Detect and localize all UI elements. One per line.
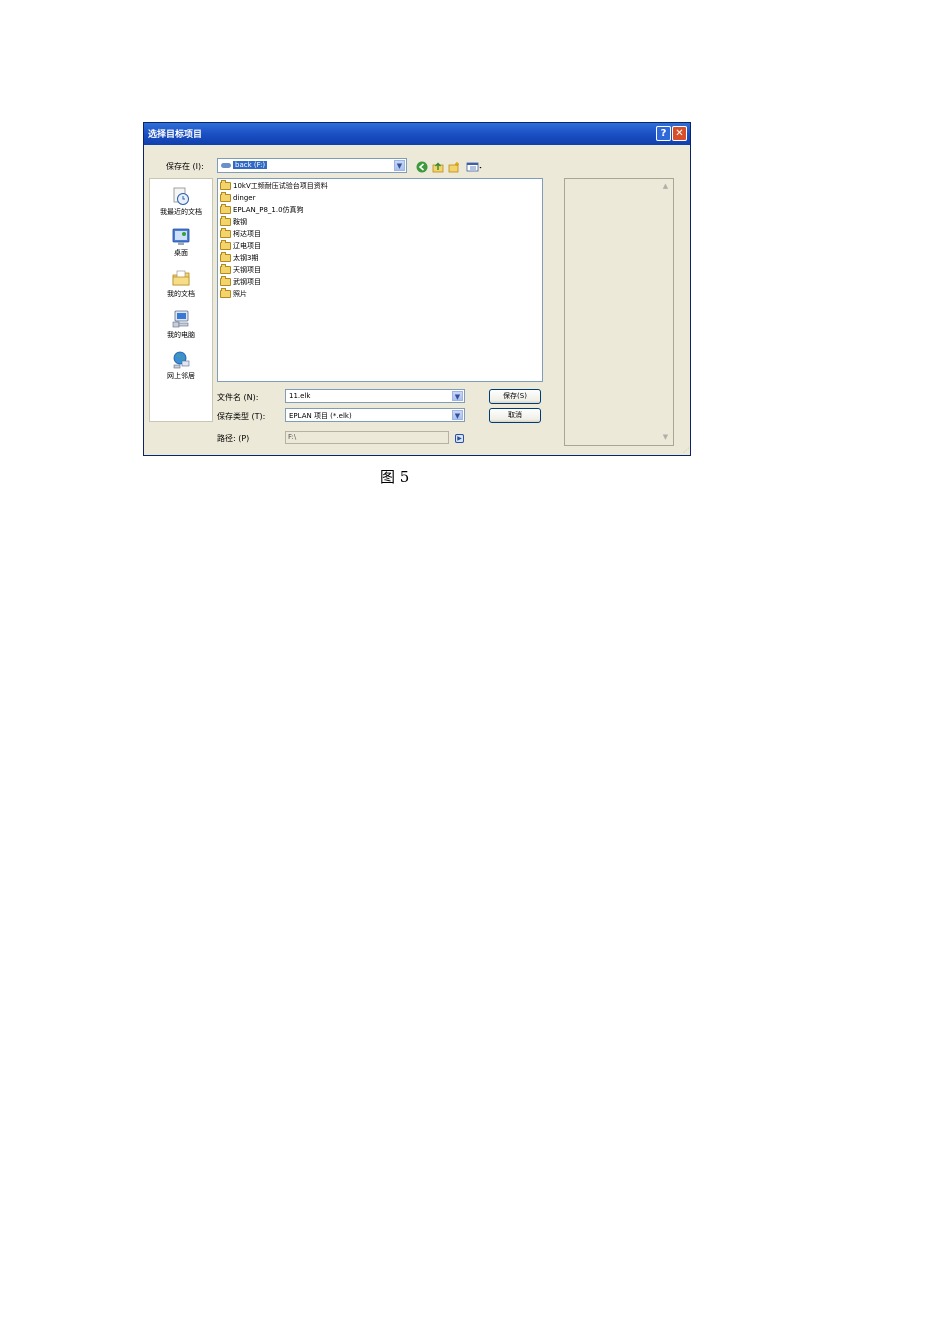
preview-pane: ▲ ▼ <box>564 178 674 446</box>
file-name-value: 11.elk <box>289 392 311 400</box>
list-item[interactable]: 10kV工频耐压试验台项目资料 <box>220 180 328 192</box>
my-documents-icon <box>171 268 191 288</box>
list-item[interactable]: 柯达项目 <box>220 228 261 240</box>
file-list[interactable]: 10kV工频耐压试验台项目资料 dinger EPLAN_P8_1.0仿真狗 鞍… <box>217 178 543 382</box>
folder-icon <box>220 240 231 250</box>
list-item[interactable]: 鞍钢 <box>220 216 247 228</box>
recent-documents-icon <box>171 186 191 206</box>
scroll-up-icon[interactable]: ▲ <box>660 181 671 192</box>
file-type-value: EPLAN 项目 (*.elk) <box>289 412 352 420</box>
place-label-network: 网上邻居 <box>167 372 195 380</box>
chevron-down-icon[interactable]: ▼ <box>452 391 463 401</box>
save-in-value: back (F:) <box>233 161 268 169</box>
place-label-recent: 我最近的文档 <box>160 208 202 216</box>
cancel-button[interactable]: 取消 <box>489 408 541 423</box>
file-type-label: 保存类型 (T): <box>217 412 266 421</box>
path-label: 路径: (P) <box>217 434 250 443</box>
go-arrow-icon[interactable]: ▶ <box>455 434 464 443</box>
folder-icon <box>220 264 231 274</box>
folder-icon <box>220 228 231 238</box>
resize-grip-icon[interactable]: ⋰ <box>683 447 689 454</box>
desktop-icon <box>171 227 191 247</box>
folder-icon <box>220 252 231 262</box>
drive-icon <box>221 162 231 168</box>
path-value: F:\ <box>288 433 297 441</box>
path-field[interactable]: F:\ <box>285 431 449 444</box>
place-label-desktop: 桌面 <box>174 249 188 257</box>
new-folder-icon[interactable] <box>448 161 460 173</box>
scroll-down-icon[interactable]: ▼ <box>660 432 671 443</box>
up-folder-icon[interactable] <box>432 161 444 173</box>
folder-icon <box>220 192 231 202</box>
save-dialog: 选择目标项目 ? ✕ 保存在 (I): back (F:) ▼ 我最近的文档 桌… <box>143 122 691 456</box>
place-my-documents[interactable]: 我的文档 <box>150 268 212 299</box>
save-button[interactable]: 保存(S) <box>489 389 541 404</box>
folder-icon <box>220 276 231 286</box>
list-item[interactable]: 武钢项目 <box>220 276 261 288</box>
views-menu-icon[interactable] <box>466 161 484 173</box>
file-name-label: 文件名 (N): <box>217 393 259 402</box>
preview-scrollbar[interactable]: ▲ ▼ <box>660 181 671 443</box>
list-item[interactable]: 辽电项目 <box>220 240 261 252</box>
chevron-down-icon[interactable]: ▼ <box>394 160 405 171</box>
my-computer-icon <box>171 309 191 329</box>
places-bar: 我最近的文档 桌面 我的文档 我的电脑 网上邻居 <box>149 178 213 422</box>
list-item[interactable]: 照片 <box>220 288 247 300</box>
place-recent[interactable]: 我最近的文档 <box>150 186 212 217</box>
list-item[interactable]: 天钢项目 <box>220 264 261 276</box>
close-button[interactable]: ✕ <box>672 126 687 141</box>
chevron-down-icon[interactable]: ▼ <box>452 410 463 420</box>
figure-caption: 图 5 <box>380 468 410 486</box>
back-icon[interactable] <box>416 161 428 173</box>
list-item[interactable]: EPLAN_P8_1.0仿真狗 <box>220 204 304 216</box>
title-bar[interactable]: 选择目标项目 ? ✕ <box>144 123 690 145</box>
folder-icon <box>220 204 231 214</box>
place-desktop[interactable]: 桌面 <box>150 227 212 258</box>
save-in-label: 保存在 (I): <box>166 162 204 171</box>
folder-icon <box>220 288 231 298</box>
place-my-computer[interactable]: 我的电脑 <box>150 309 212 340</box>
file-type-dropdown[interactable]: EPLAN 项目 (*.elk) ▼ <box>285 408 465 422</box>
help-button[interactable]: ? <box>656 126 671 141</box>
folder-icon <box>220 216 231 226</box>
dialog-title: 选择目标项目 <box>148 130 203 140</box>
network-places-icon <box>171 350 191 370</box>
list-item[interactable]: 太钢3期 <box>220 252 258 264</box>
place-label-my-computer: 我的电脑 <box>167 331 195 339</box>
save-in-dropdown[interactable]: back (F:) ▼ <box>217 158 407 173</box>
place-network[interactable]: 网上邻居 <box>150 350 212 381</box>
list-item[interactable]: dinger <box>220 192 255 204</box>
folder-icon <box>220 180 231 190</box>
file-name-field[interactable]: 11.elk ▼ <box>285 389 465 403</box>
place-label-my-documents: 我的文档 <box>167 290 195 298</box>
